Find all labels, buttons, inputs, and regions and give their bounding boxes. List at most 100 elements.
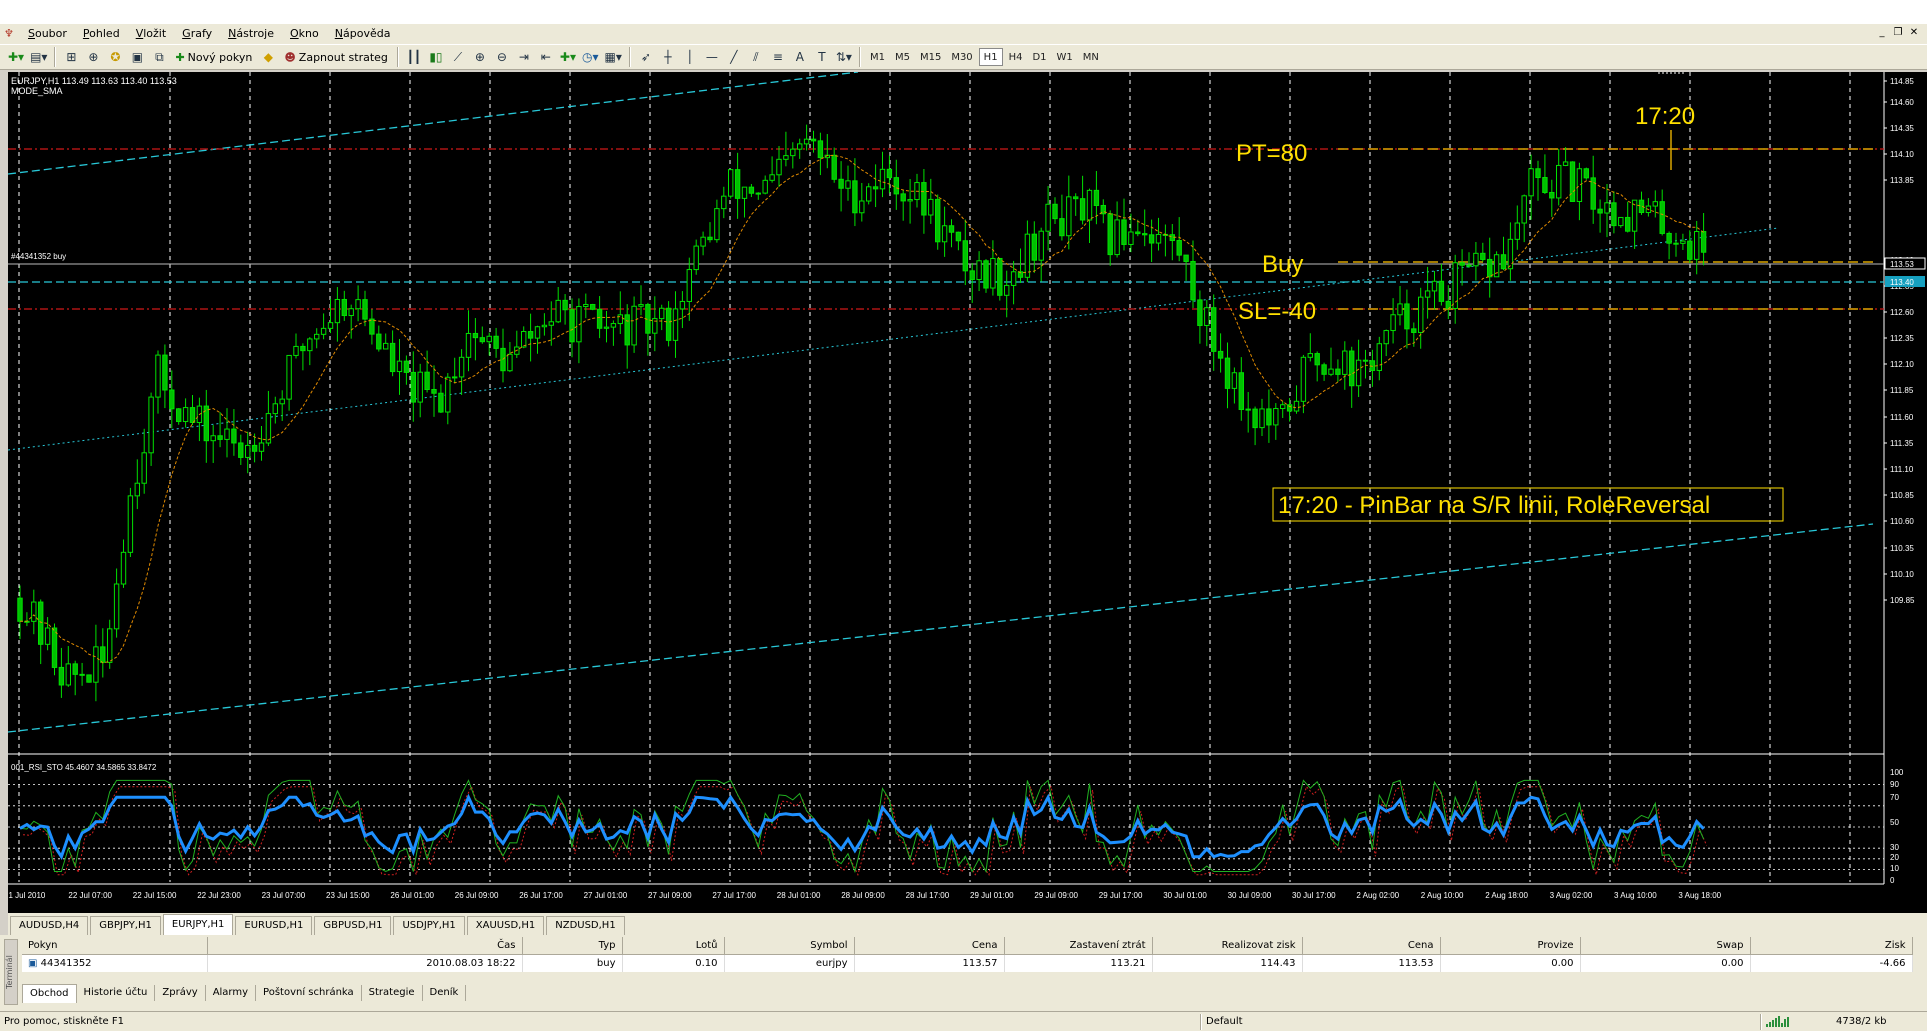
tf-m30[interactable]: M30 [947, 48, 976, 66]
expert-advisors-button[interactable]: ☻ Zapnout strateg [280, 47, 392, 67]
close-icon[interactable]: ✕ [1907, 26, 1921, 40]
channel-icon[interactable]: ⫽ [746, 47, 766, 67]
market-watch-icon[interactable]: ⊞ [61, 47, 81, 67]
menu-nastroje[interactable]: Nástroje [220, 24, 282, 44]
tf-h4[interactable]: H4 [1005, 48, 1027, 66]
col-zisk[interactable]: Zisk [1750, 937, 1913, 955]
terminal-tab-alarmy[interactable]: Alarmy [206, 985, 257, 1001]
menu-soubor[interactable]: Soubor [20, 24, 75, 44]
data-window-icon[interactable]: ⊕ [83, 47, 103, 67]
candle-body [790, 148, 796, 157]
zoom-in-icon[interactable]: ⊕ [470, 47, 490, 67]
line-chart-icon[interactable]: ⟋ [448, 47, 468, 67]
candle-body [831, 154, 837, 180]
fibonacci-icon[interactable]: ≡ [768, 47, 788, 67]
app-icon[interactable]: ♆ [4, 27, 16, 41]
chart-window[interactable]: 114.85114.60114.35114.10113.85113.10112.… [8, 72, 1927, 913]
candle-body [817, 140, 824, 159]
chart-tab-audusd[interactable]: AUDUSD,H4 [10, 916, 89, 935]
col-lotu[interactable]: Lotů [622, 937, 725, 955]
terminal-icon[interactable]: ▣ [127, 47, 147, 67]
chart-tab-nzdusd[interactable]: NZDUSD,H1 [546, 916, 625, 935]
label-icon[interactable]: T [812, 47, 832, 67]
stochastic-signal [22, 785, 1708, 877]
chart-tab-gbpusd[interactable]: GBPUSD,H1 [314, 916, 392, 935]
new-order-button[interactable]: ✚ Nový pokyn [171, 47, 256, 67]
tf-w1[interactable]: W1 [1053, 48, 1077, 66]
bar-chart-icon[interactable]: ┃┃ [404, 47, 424, 67]
time-label: 26 Jul 17:00 [519, 891, 563, 900]
candles-icon[interactable]: ▮▯ [426, 47, 446, 67]
tf-m1[interactable]: M1 [866, 48, 889, 66]
chart-tab-xauusd[interactable]: XAUUSD,H1 [466, 916, 545, 935]
arrows-icon[interactable]: ⇅▾ [834, 47, 854, 67]
candle-body [134, 482, 140, 497]
tf-m15[interactable]: M15 [916, 48, 945, 66]
terminal-tab-strategie[interactable]: Strategie [362, 985, 423, 1001]
terminal-tab-zpravy[interactable]: Zprávy [155, 985, 206, 1001]
chart-shift-icon[interactable]: ⇤ [536, 47, 556, 67]
col-swap[interactable]: Swap [1580, 937, 1751, 955]
col-typ[interactable]: Typ [522, 937, 623, 955]
terminal-tab-obchod[interactable]: Obchod [22, 983, 77, 1003]
candle-body [1659, 201, 1665, 234]
templates-icon[interactable]: ▦▾ [603, 47, 624, 67]
col-cena[interactable]: Cena [854, 937, 1005, 955]
crosshair-icon[interactable]: ┼ [658, 47, 678, 67]
price-chart[interactable]: 114.85114.60114.35114.10113.85113.10112.… [8, 72, 1927, 913]
candle-body [555, 299, 561, 323]
horizontal-line-icon[interactable]: — [702, 47, 722, 67]
menu-napoveda[interactable]: Nápověda [327, 24, 399, 44]
pt-annotation[interactable]: PT=80 [1236, 140, 1307, 167]
candle-body [1480, 252, 1486, 260]
tf-h1[interactable]: H1 [978, 48, 1003, 66]
col-take-profit[interactable]: Realizovat zisk [1152, 937, 1303, 955]
cell-time: 2010.08.03 18:22 [207, 954, 523, 972]
tf-m5[interactable]: M5 [891, 48, 914, 66]
menu-okno[interactable]: Okno [282, 24, 327, 44]
metaeditor-icon[interactable]: ◆ [258, 47, 278, 67]
zoom-out-icon[interactable]: ⊖ [492, 47, 512, 67]
minimize-icon[interactable]: _ [1875, 26, 1889, 40]
candle-body [859, 200, 865, 214]
vertical-line-icon[interactable]: │ [680, 47, 700, 67]
tf-mn[interactable]: MN [1079, 48, 1103, 66]
tf-d1[interactable]: D1 [1028, 48, 1050, 66]
col-cena-current[interactable]: Cena [1302, 937, 1441, 955]
chart-tab-gbpjpy[interactable]: GBPJPY,H1 [90, 916, 161, 935]
trendline-icon[interactable]: ╱ [724, 47, 744, 67]
periods-icon[interactable]: ◷▾ [580, 47, 601, 67]
tester-icon[interactable]: ⧉ [149, 47, 169, 67]
terminal-side-label[interactable]: Terminál [4, 939, 18, 1005]
chart-tab-eurusd[interactable]: EURUSD,H1 [235, 916, 313, 935]
col-provize[interactable]: Provize [1440, 937, 1581, 955]
terminal-tab-schranka[interactable]: Poštovní schránka [256, 985, 362, 1001]
profiles-icon[interactable]: ▤▾ [28, 47, 49, 67]
menu-grafy[interactable]: Grafy [174, 24, 220, 44]
navigator-icon[interactable]: ✪ [105, 47, 125, 67]
table-row[interactable]: ▣ 44341352 2010.08.03 18:22 buy 0.10 eur… [22, 954, 1913, 972]
buy-annotation[interactable]: Buy [1262, 251, 1303, 278]
indicators-icon[interactable]: ✚▾ [558, 47, 578, 67]
text-icon[interactable]: A [790, 47, 810, 67]
col-pokyn[interactable]: Pokyn [22, 937, 208, 955]
candle-body [1411, 328, 1417, 333]
col-symbol[interactable]: Symbol [724, 937, 855, 955]
new-chart-icon[interactable]: ✚▾ [6, 47, 26, 67]
note-annotation[interactable]: 17:20 - PinBar na S/R linii, RoleReversa… [1278, 492, 1710, 519]
col-cas[interactable]: Čas [207, 937, 523, 955]
chart-tab-usdjpy[interactable]: USDJPY,H1 [393, 916, 465, 935]
menu-pohled[interactable]: Pohled [75, 24, 128, 44]
cursor-icon[interactable]: ➶ [636, 47, 656, 67]
menu-vlozit[interactable]: Vložit [128, 24, 174, 44]
candle-body [1259, 408, 1265, 429]
autoscroll-icon[interactable]: ⇥ [514, 47, 534, 67]
restore-icon[interactable]: ❐ [1891, 26, 1905, 40]
time-annotation[interactable]: 17:20 [1635, 103, 1695, 130]
chart-tab-eurjpy[interactable]: EURJPY,H1 [162, 914, 234, 935]
candle-body [458, 356, 465, 378]
terminal-tab-denik[interactable]: Deník [423, 985, 467, 1001]
terminal-tab-historie[interactable]: Historie účtu [77, 985, 156, 1001]
col-stop-loss[interactable]: Zastavení ztrát [1004, 937, 1153, 955]
sl-annotation[interactable]: SL=-40 [1238, 298, 1316, 325]
